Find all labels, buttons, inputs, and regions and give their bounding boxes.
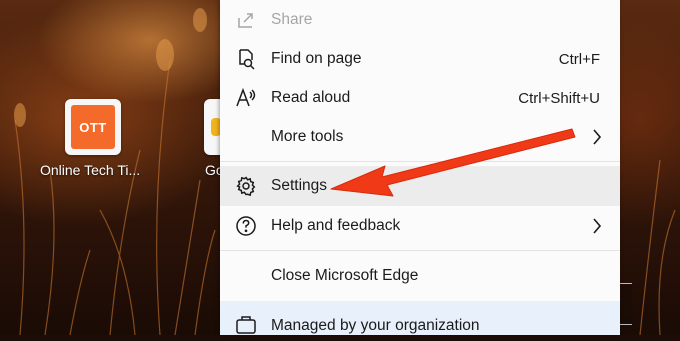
- menu-item-label: More tools: [271, 128, 344, 145]
- chevron-right-icon: [592, 128, 602, 151]
- tile-label-online-tech-tips: Online Tech Ti...: [40, 162, 141, 178]
- menu-item-label: Find on page: [271, 50, 362, 67]
- tile-online-tech-tips[interactable]: OTT: [65, 99, 121, 155]
- menu-item-close-microsoft-edge[interactable]: Close Microsoft Edge: [220, 256, 620, 296]
- menu-item-find-on-page[interactable]: Find on page Ctrl+F: [220, 39, 620, 79]
- chevron-right-icon: [592, 217, 602, 240]
- help-icon: [235, 215, 257, 237]
- shortcut-find-on-page: Ctrl+F: [558, 50, 600, 68]
- menu-divider: [220, 161, 620, 162]
- briefcase-icon: [235, 314, 257, 341]
- menu-item-label: Settings: [271, 177, 328, 194]
- menu-item-help-and-feedback[interactable]: Help and feedback: [220, 206, 620, 246]
- customize-page-button[interactable]: [619, 283, 632, 325]
- menu-item-label: Close Microsoft Edge: [271, 267, 419, 284]
- menu-item-label: Share: [271, 11, 313, 28]
- menu-item-settings[interactable]: Settings: [220, 166, 620, 206]
- ott-logo: OTT: [71, 105, 115, 149]
- menu-divider: [220, 250, 620, 251]
- menu-item-more-tools[interactable]: More tools: [220, 117, 620, 157]
- gear-icon: [235, 175, 257, 197]
- read-aloud-icon: [235, 87, 257, 109]
- find-on-page-icon: [235, 48, 257, 70]
- share-icon: [235, 9, 257, 31]
- menu-item-read-aloud[interactable]: Read aloud Ctrl+Shift+U: [220, 78, 620, 118]
- menu-item-label: Managed by your organization: [271, 317, 480, 334]
- menu-item-share: Share: [220, 0, 620, 40]
- shortcut-read-aloud: Ctrl+Shift+U: [518, 89, 600, 107]
- managed-by-organization-banner[interactable]: Managed by your organization: [220, 301, 620, 335]
- menu-item-label: Read aloud: [271, 89, 351, 106]
- settings-and-more-menu: Share Find on page Ctrl+F Read aloud Ctr…: [220, 0, 620, 335]
- menu-item-label: Help and feedback: [271, 217, 401, 234]
